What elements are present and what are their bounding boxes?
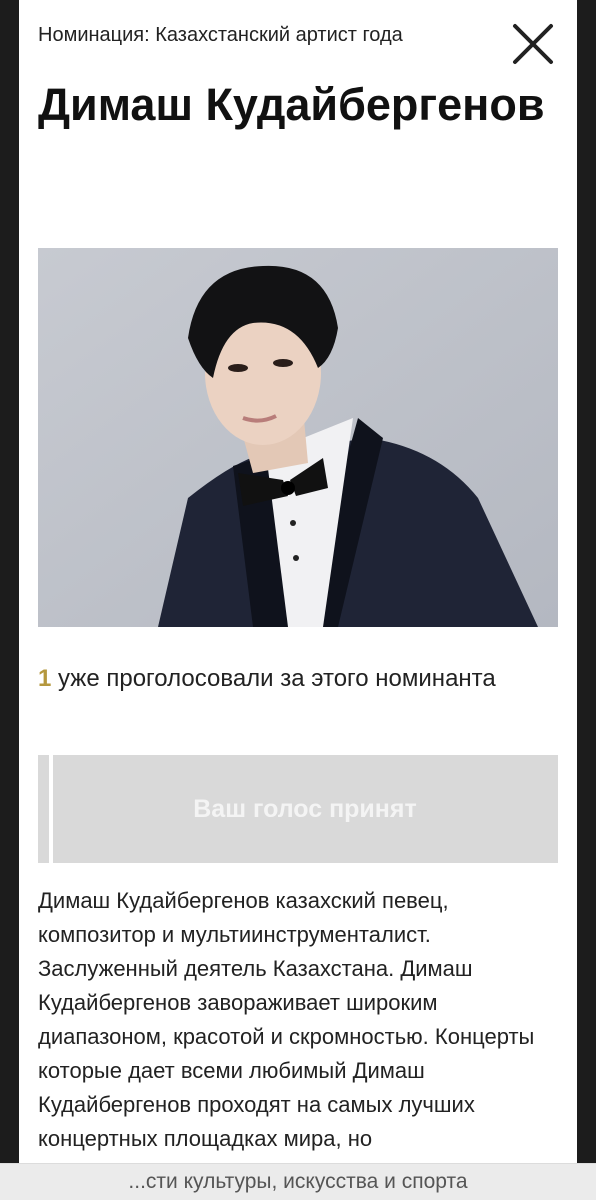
vote-count-number: 1 (38, 665, 52, 692)
close-button[interactable] (511, 22, 555, 66)
close-x-icon (513, 24, 553, 64)
vote-button[interactable]: Ваш голос принят (38, 755, 558, 863)
nominee-name: Димаш Кудайбергенов (38, 79, 545, 130)
nominee-photo (38, 248, 558, 627)
vote-button-divider (49, 755, 53, 863)
screen: Номинация: Казахстанский артист года Дим… (0, 0, 596, 1200)
vote-count: 1 уже проголосовали за этого номинанта (38, 662, 518, 695)
bottom-bar: ...сти культуры, искусства и спорта (0, 1163, 596, 1200)
nominee-description: Димаш Кудайбергенов казахский певец, ком… (38, 888, 535, 1151)
nomination-label: Номинация: Казахстанский артист года (38, 24, 403, 46)
vote-count-text: уже проголосовали за этого номинанта (51, 665, 496, 692)
nominee-modal: Номинация: Казахстанский артист года Дим… (19, 0, 577, 1200)
vote-button-label: Ваш голос принят (193, 794, 417, 823)
